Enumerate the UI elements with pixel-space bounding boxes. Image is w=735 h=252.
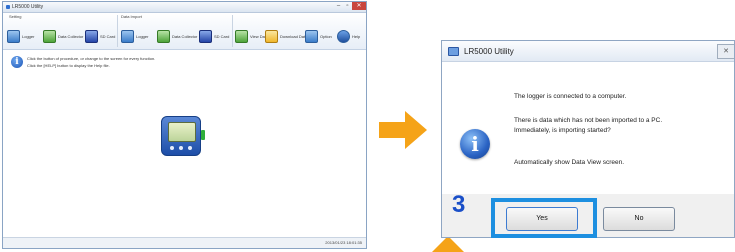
dialog-titlebar: LR5000 Utility ✕ [442, 41, 734, 62]
setting-logger-button[interactable]: Logger [7, 25, 34, 47]
app-title: LR5000 Utility [12, 4, 44, 10]
status-timestamp: 2013/01/23 18:01:35 [325, 240, 362, 245]
instruction-text-1: Click the button of procedure, or change… [27, 56, 156, 61]
no-button[interactable]: No [603, 207, 675, 231]
main-app-window: LR5000 Utility – ▫ ✕ Setting Data Import… [2, 1, 367, 249]
device-screen [168, 122, 196, 142]
graph-icon [235, 29, 248, 43]
dialog-message-unimported: There is data which has not been importe… [514, 117, 663, 124]
logger-device-image [161, 116, 205, 156]
setting-sd-card-button[interactable]: SD Card [85, 25, 115, 47]
right-arrow-icon [379, 111, 427, 149]
help-button[interactable]: Help [337, 25, 360, 47]
option-button[interactable]: Option [305, 25, 332, 47]
data-collector-icon [157, 29, 170, 43]
dialog-message-connected: The logger is connected to a computer. [514, 93, 627, 100]
app-main-area: i Click the button of procedure, or chan… [3, 50, 366, 238]
import-confirm-dialog: LR5000 Utility ✕ i The logger is connect… [441, 40, 735, 238]
ribbon-separator [117, 15, 118, 47]
step-number-badge: 3 [452, 191, 466, 218]
import-sd-card-button[interactable]: SD Card [199, 25, 229, 47]
app-titlebar: LR5000 Utility – ▫ ✕ [3, 2, 366, 13]
ribbon-separator [232, 15, 233, 47]
view-data-button[interactable]: View Data [235, 25, 268, 47]
instruction-text-2: Click the [HELP] button to display the H… [27, 63, 110, 68]
device-button [170, 146, 174, 150]
minimize-button[interactable]: – [334, 2, 343, 10]
window-controls: – ▫ ✕ [334, 2, 366, 11]
import-data-collector-button[interactable]: Data Collector [157, 25, 197, 47]
group-label-data-import: Data Import [121, 14, 142, 19]
option-icon [305, 29, 318, 43]
import-logger-button[interactable]: Logger [121, 25, 148, 47]
info-icon: i [11, 56, 23, 68]
logger-icon [121, 29, 134, 43]
dialog-message-question: Immediately, is importing started? [514, 127, 611, 134]
up-arrow-icon [432, 236, 464, 252]
app-window-icon [448, 46, 459, 56]
close-button[interactable]: ✕ [352, 2, 366, 10]
yes-button[interactable]: Yes [506, 207, 578, 231]
download-icon [265, 29, 278, 43]
group-label-setting: Setting [9, 14, 22, 19]
data-collector-icon [43, 29, 56, 43]
device-connector [201, 130, 205, 140]
dialog-message-autoshow: Automatically show Data View screen. [514, 159, 625, 166]
toolbar-ribbon: Setting Data Import Logger Data Collecto… [3, 13, 366, 50]
setting-data-collector-button[interactable]: Data Collector [43, 25, 83, 47]
sd-card-icon [199, 29, 212, 43]
device-button [188, 146, 192, 150]
download-data-button[interactable]: Download Data [265, 25, 307, 47]
info-icon: i [460, 129, 490, 159]
device-button [179, 146, 183, 150]
status-bar: 2013/01/23 18:01:35 [3, 237, 366, 248]
dialog-close-button[interactable]: ✕ [717, 44, 734, 59]
help-icon [337, 29, 350, 43]
dialog-button-bar: Yes No [442, 194, 734, 238]
dialog-title: LR5000 Utility [464, 46, 514, 56]
dialog-message-area: i The logger is connected to a computer.… [442, 62, 734, 194]
app-icon [6, 5, 10, 9]
maximize-button[interactable]: ▫ [343, 2, 352, 10]
logger-icon [7, 29, 20, 43]
sd-card-icon [85, 29, 98, 43]
